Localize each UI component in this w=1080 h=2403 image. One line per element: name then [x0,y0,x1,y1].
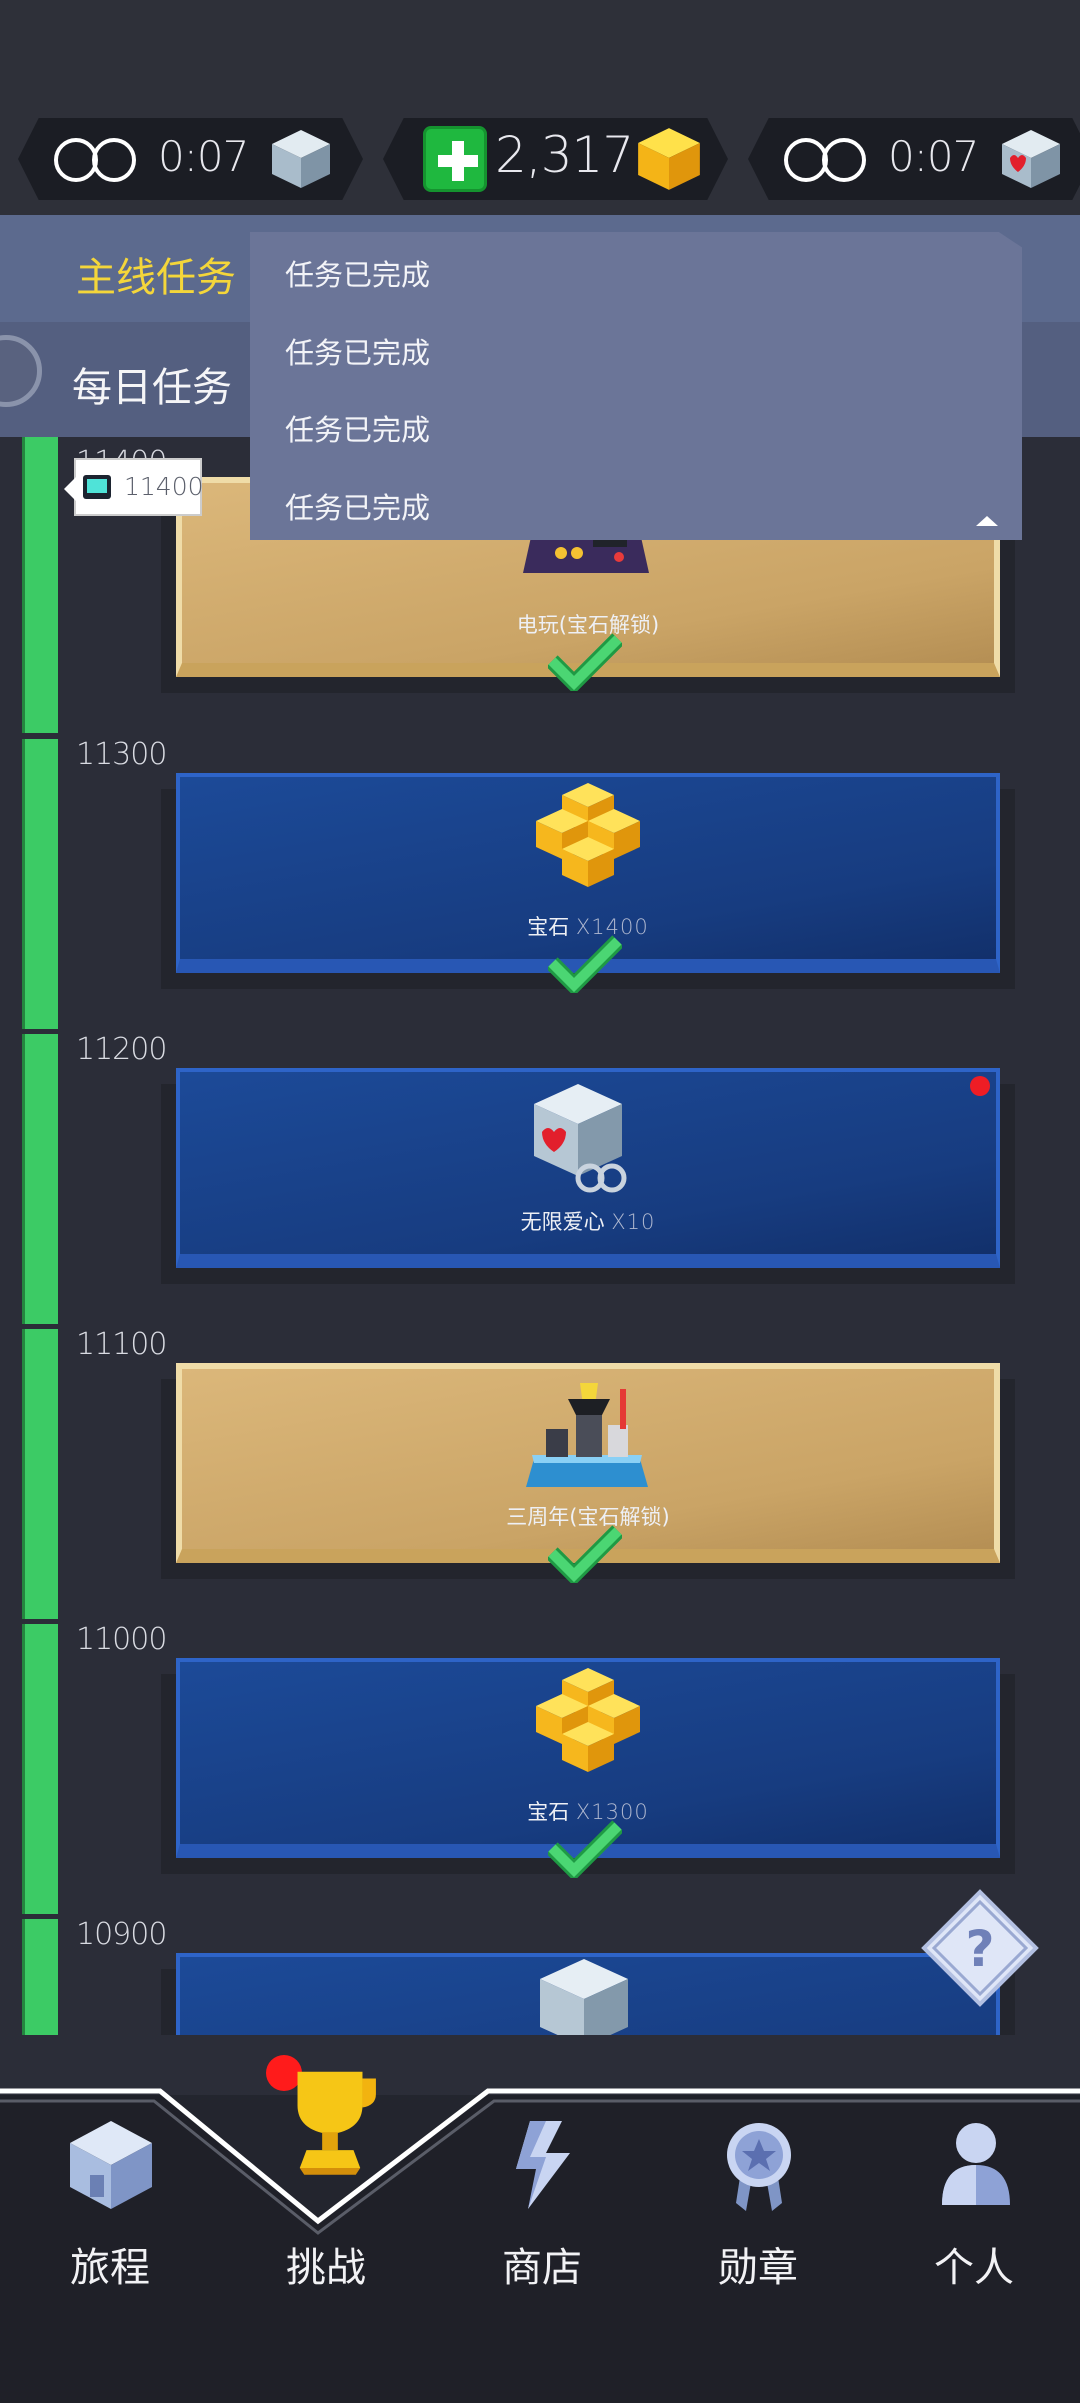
infinity-icon [54,138,142,182]
level-label: 11200 [76,1032,167,1067]
medal-icon [727,2123,791,2211]
cube-icon [540,1959,628,2037]
gem-icon [638,128,700,190]
reward-title: 无限爱心 [520,1210,605,1234]
check-icon [548,1820,622,1878]
tab-label: 个人 [934,2245,1014,2291]
progress-segment [22,1919,58,2037]
progress-segment [22,739,58,1029]
progress-segment [22,1329,58,1619]
trophy-icon [297,2071,376,2175]
progress-segment [22,1034,58,1324]
current-level-text: 11400 [124,472,204,501]
infinity-icon [784,138,872,182]
infinite-heart-timer[interactable]: 0:07 [748,118,1080,200]
add-gems-button[interactable] [423,126,487,192]
gem-counter[interactable]: 2,317 [383,118,728,200]
reward-quantity: X10 [611,1210,656,1234]
infinite-heart-cube-icon [534,1084,627,1193]
tab-medals[interactable]: 勋章 [650,2035,866,2403]
dropdown-item[interactable]: 任务已完成 [285,330,430,372]
shop-lightning-icon [516,2121,570,2209]
gem-count: 2,317 [495,126,634,184]
svg-text:?: ? [965,1920,994,1978]
collapse-caret-icon[interactable] [976,516,998,526]
heart-cube-icon [1002,130,1060,188]
current-level-marker: 11400 [64,458,204,516]
reward-card[interactable] [161,1953,1015,2037]
tab-label: 旅程 [70,2245,150,2291]
gem-cluster-icon [536,783,640,887]
tab-label: 商店 [502,2245,582,2291]
gem-cluster-icon [536,1668,640,1772]
reward-card[interactable]: 三周年(宝石解锁) [161,1363,1015,1583]
tv-icon [83,475,111,499]
left-timer-text: 0:07 [158,132,249,181]
dropdown-item[interactable]: 任务已完成 [285,252,430,294]
level-label: 10900 [76,1917,167,1952]
tab-journey[interactable]: 旅程 [2,2035,218,2403]
level-label: 11000 [76,1622,167,1657]
tab-label: 挑战 [286,2245,366,2291]
cube-icon [272,130,330,188]
progress-segment [22,437,58,733]
task-dropdown[interactable]: 任务已完成 任务已完成 任务已完成 任务已完成 [250,232,1022,540]
bottom-nav: 旅程 挑战 商店 勋章 个人 [0,2035,1080,2403]
anniversary-level-icon [526,1383,648,1487]
check-icon [548,633,622,691]
dropdown-item[interactable]: 任务已完成 [285,485,430,527]
reward-card[interactable]: 宝石 X1400 [161,773,1015,993]
daily-task-tab[interactable]: 每日任务 [72,355,232,413]
tab-shop[interactable]: 商店 [434,2035,650,2403]
dropdown-item[interactable]: 任务已完成 [285,407,430,449]
main-task-tab[interactable]: 主线任务 [76,245,236,303]
progress-segment [22,1624,58,1914]
tab-label: 勋章 [718,2245,798,2291]
help-button[interactable]: ? [920,1888,1040,2008]
check-icon [548,935,622,993]
reward-card[interactable]: 宝石 X1300 [161,1658,1015,1878]
tab-challenge[interactable]: 挑战 [218,2035,434,2403]
person-icon [942,2123,1010,2205]
tab-profile[interactable]: 个人 [866,2035,1080,2403]
level-label: 11100 [76,1327,167,1362]
house-icon [70,2121,152,2209]
infinite-cube-timer[interactable]: 0:07 [18,118,363,200]
reward-card[interactable]: 无限爱心 X10 [161,1068,1015,1284]
check-icon [548,1525,622,1583]
resource-bar: 0:07 2,317 0:07 [0,0,1080,215]
level-label: 11300 [76,737,167,772]
right-timer-text: 0:07 [888,132,979,181]
new-reward-dot [970,1076,990,1096]
reward-track[interactable]: 11400 电玩(宝石解锁) 11300 宝石 X1400 [0,437,1080,2037]
